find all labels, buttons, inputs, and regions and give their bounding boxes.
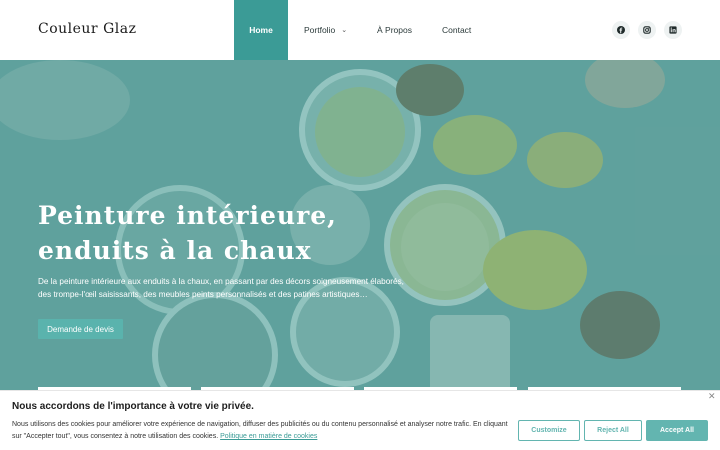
- hero-title: Peinture intérieure, enduits à la chaux: [38, 201, 337, 265]
- cookie-title: Nous accordons de l'importance à votre v…: [12, 401, 254, 412]
- nav-portfolio[interactable]: Portfolio ⌄: [304, 0, 347, 60]
- reject-all-button[interactable]: Reject All: [584, 420, 642, 441]
- cookie-text: Nous utilisons des cookies pour améliore…: [12, 419, 512, 443]
- nav-portfolio-label: Portfolio: [304, 25, 336, 35]
- site-logo[interactable]: Couleur Glaz: [38, 21, 136, 37]
- facebook-icon[interactable]: [612, 21, 630, 39]
- close-icon[interactable]: ✕: [708, 391, 716, 402]
- nav-apropos[interactable]: À Propos: [377, 0, 412, 60]
- linkedin-icon[interactable]: [664, 21, 682, 39]
- instagram-icon[interactable]: [638, 21, 656, 39]
- customize-button[interactable]: Customize: [518, 420, 580, 441]
- cookie-banner: ✕ Nous accordons de l'importance à votre…: [0, 390, 720, 450]
- nav-home[interactable]: Home: [234, 0, 288, 60]
- hero-description: De la peinture intérieure aux enduits à …: [38, 277, 404, 299]
- accept-all-button[interactable]: Accept All: [646, 420, 708, 441]
- cookie-policy-link[interactable]: Politique en matière de cookies: [220, 433, 317, 440]
- chevron-down-icon: ⌄: [341, 27, 348, 34]
- nav-contact[interactable]: Contact: [442, 0, 471, 60]
- site-header: Couleur Glaz Home Portfolio ⌄ À Propos C…: [0, 0, 720, 60]
- quote-request-button[interactable]: Demande de devis: [38, 319, 123, 339]
